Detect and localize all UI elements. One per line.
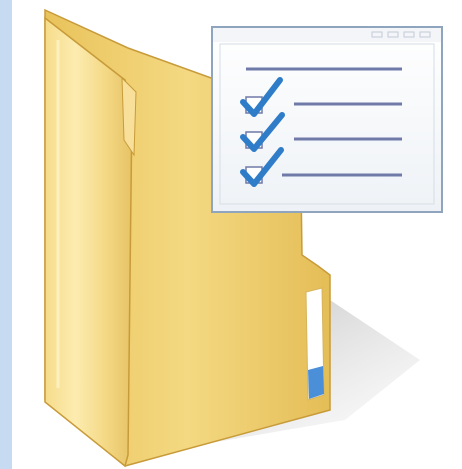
checklist-document bbox=[211, 26, 443, 213]
folder-tab-blue bbox=[308, 366, 324, 399]
folder-icon-canvas bbox=[0, 0, 462, 469]
folder-with-checklist-icon bbox=[44, 8, 443, 468]
document-titlebar bbox=[213, 28, 441, 42]
